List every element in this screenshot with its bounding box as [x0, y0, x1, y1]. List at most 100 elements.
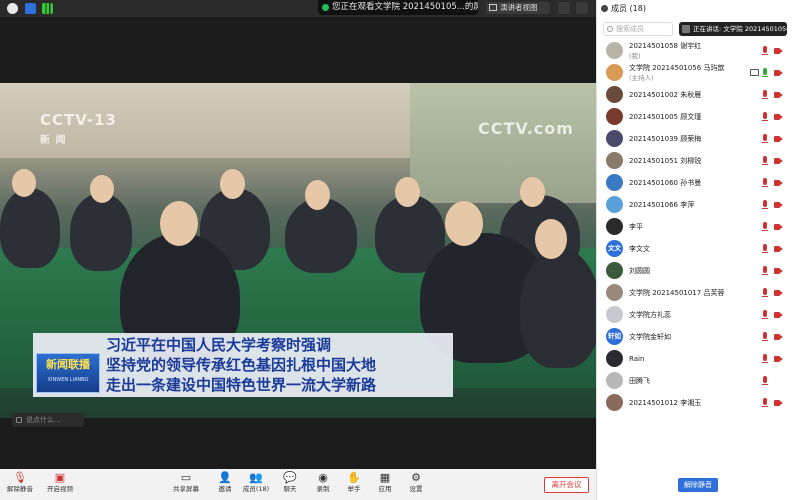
member-name: 文学院 20214501017 吕芙蓉	[629, 289, 725, 297]
settings-button[interactable]: ⚙ 设置	[396, 471, 436, 494]
news-caption-line: 坚持党的领导传承红色基因扎根中国大地	[106, 356, 377, 374]
member-row[interactable]: 20214501002 朱秋雁	[597, 84, 800, 106]
video-off-icon[interactable]	[774, 289, 783, 297]
member-name: 李文文	[629, 245, 650, 253]
video-off-icon[interactable]	[774, 245, 783, 253]
security-shield-icon[interactable]	[25, 3, 36, 14]
member-row[interactable]: 轩如 文学院金轩如	[597, 326, 800, 348]
mic-muted-icon[interactable]	[762, 46, 768, 56]
members-icon: 👥	[249, 471, 263, 484]
member-row[interactable]: 李平	[597, 216, 800, 238]
share-screen-button[interactable]: ▭ 共享屏幕	[166, 471, 206, 494]
mic-muted-icon[interactable]	[762, 354, 768, 364]
member-name: Rain	[629, 355, 645, 363]
member-row[interactable]: 刘圆圆	[597, 260, 800, 282]
member-row[interactable]: 20214501066 李萍	[597, 194, 800, 216]
member-row[interactable]: 田腾飞	[597, 370, 800, 392]
video-background-window	[410, 83, 596, 203]
member-name-block: 20214501005 顾文瑾	[629, 106, 749, 128]
mic-muted-icon[interactable]	[762, 266, 768, 276]
quick-chat-input[interactable]: 说点什么...	[12, 413, 84, 427]
speaker-view-label: 演讲者视图	[500, 3, 538, 12]
member-row[interactable]: 20214501012 李湘玉	[597, 392, 800, 414]
video-off-icon[interactable]	[774, 355, 783, 363]
video-person-front-head	[160, 201, 198, 246]
mic-muted-icon[interactable]	[762, 244, 768, 254]
screen-share-icon	[750, 69, 759, 76]
mic-muted-icon[interactable]	[762, 134, 768, 144]
member-row[interactable]: 文学院方礼蕊	[597, 304, 800, 326]
video-off-icon[interactable]	[774, 69, 783, 77]
unmute-button[interactable]: 🎙 解除静音	[0, 471, 40, 494]
news-captions: 习近平在中国人民大学考察时强调 坚持党的领导传承红色基因扎根中国大地 走出一条建…	[106, 335, 451, 395]
member-row[interactable]: 20214501060 孙书曼	[597, 172, 800, 194]
meeting-app: 您正在观看文学院 20214501​05...的屏幕 演讲者视图	[0, 0, 800, 500]
video-off-icon[interactable]	[774, 311, 783, 319]
video-off-icon: ▣	[54, 471, 66, 484]
member-row[interactable]: 文学院 20214501056 马玙歆 (主持人)	[597, 62, 800, 84]
video-person-head	[305, 180, 330, 210]
meeting-info-icon[interactable]	[7, 3, 18, 14]
signal-strength-icon[interactable]	[42, 3, 53, 14]
video-person-front-head	[445, 201, 483, 246]
video-off-icon[interactable]	[774, 223, 783, 231]
member-name: 文学院 20214501056 马玙歆	[629, 64, 725, 72]
speaker-view-button[interactable]: 演讲者视图	[486, 2, 550, 14]
screen-share-banner[interactable]: 您正在观看文学院 20214501​05...的屏幕	[318, 0, 478, 15]
video-off-icon[interactable]	[774, 333, 783, 341]
fullscreen-icon[interactable]	[558, 2, 570, 14]
mic-muted-icon[interactable]	[762, 288, 768, 298]
cctv-com-watermark-label: CCTV.com	[478, 119, 574, 138]
invite-icon: 👤	[218, 471, 232, 484]
mic-muted-icon[interactable]	[762, 178, 768, 188]
meeting-area: 您正在观看文学院 20214501​05...的屏幕 演讲者视图	[0, 0, 596, 500]
member-row[interactable]: 20214501005 顾文瑾	[597, 106, 800, 128]
unmute-all-button[interactable]: 解除静音	[678, 478, 718, 492]
video-off-icon[interactable]	[774, 157, 783, 165]
video-off-icon[interactable]	[774, 179, 783, 187]
member-avatar	[606, 262, 623, 279]
member-row[interactable]: 文学院 20214501017 吕芙蓉	[597, 282, 800, 304]
video-off-icon[interactable]	[774, 201, 783, 209]
mic-muted-icon[interactable]	[762, 112, 768, 122]
member-row[interactable]: 20214501039 顾荣梅	[597, 128, 800, 150]
member-name-block: 文学院 20214501017 吕芙蓉	[629, 282, 749, 304]
mic-muted-icon[interactable]	[762, 376, 768, 386]
video-off-icon[interactable]	[774, 399, 783, 407]
member-name: 20214501002 朱秋雁	[629, 91, 702, 99]
member-name-block: 20214501002 朱秋雁	[629, 84, 749, 106]
pop-out-icon[interactable]	[576, 2, 588, 14]
video-person-head	[220, 169, 245, 199]
video-off-icon[interactable]	[774, 113, 783, 121]
leave-meeting-button[interactable]: 离开会议	[544, 477, 589, 493]
member-search-input[interactable]: 搜索成员	[603, 22, 673, 36]
member-row[interactable]: 20214501051 刘柳锐	[597, 150, 800, 172]
video-person-front-head	[535, 219, 567, 259]
cctv13-watermark: CCTV-13 新 闻	[40, 111, 117, 147]
mic-muted-icon[interactable]	[762, 156, 768, 166]
member-row[interactable]: 20214501058 谢宇红 (我)	[597, 40, 800, 62]
video-off-icon[interactable]	[774, 135, 783, 143]
news-logo-py: XINWEN LIANBO	[47, 377, 89, 383]
mic-muted-icon[interactable]	[762, 398, 768, 408]
mic-muted-icon[interactable]	[762, 222, 768, 232]
mic-muted-icon[interactable]	[762, 90, 768, 100]
member-row[interactable]: Rain	[597, 348, 800, 370]
mic-on-icon[interactable]	[762, 68, 768, 78]
member-avatar	[606, 174, 623, 191]
video-off-icon[interactable]	[774, 267, 783, 275]
video-off-icon[interactable]	[774, 47, 783, 55]
mic-muted-icon[interactable]	[762, 200, 768, 210]
member-name-block: 李文文	[629, 238, 749, 260]
news-caption-line: 习近平在中国人民大学考察时强调	[106, 336, 332, 354]
mic-muted-icon[interactable]	[762, 332, 768, 342]
video-letterbox-top	[0, 17, 596, 83]
member-name-block: 20214501058 谢宇红 (我)	[629, 40, 749, 61]
member-row[interactable]: 文文 李文文	[597, 238, 800, 260]
share-screen-label: 共享屏幕	[173, 485, 199, 493]
video-off-icon[interactable]	[774, 91, 783, 99]
start-video-button[interactable]: ▣ 开启视频	[40, 471, 80, 494]
mic-muted-icon[interactable]	[762, 310, 768, 320]
member-name: 20214501051 刘柳锐	[629, 157, 702, 165]
news-caption-line: 走出一条建设中国特色世界一流大学新路	[106, 376, 377, 394]
